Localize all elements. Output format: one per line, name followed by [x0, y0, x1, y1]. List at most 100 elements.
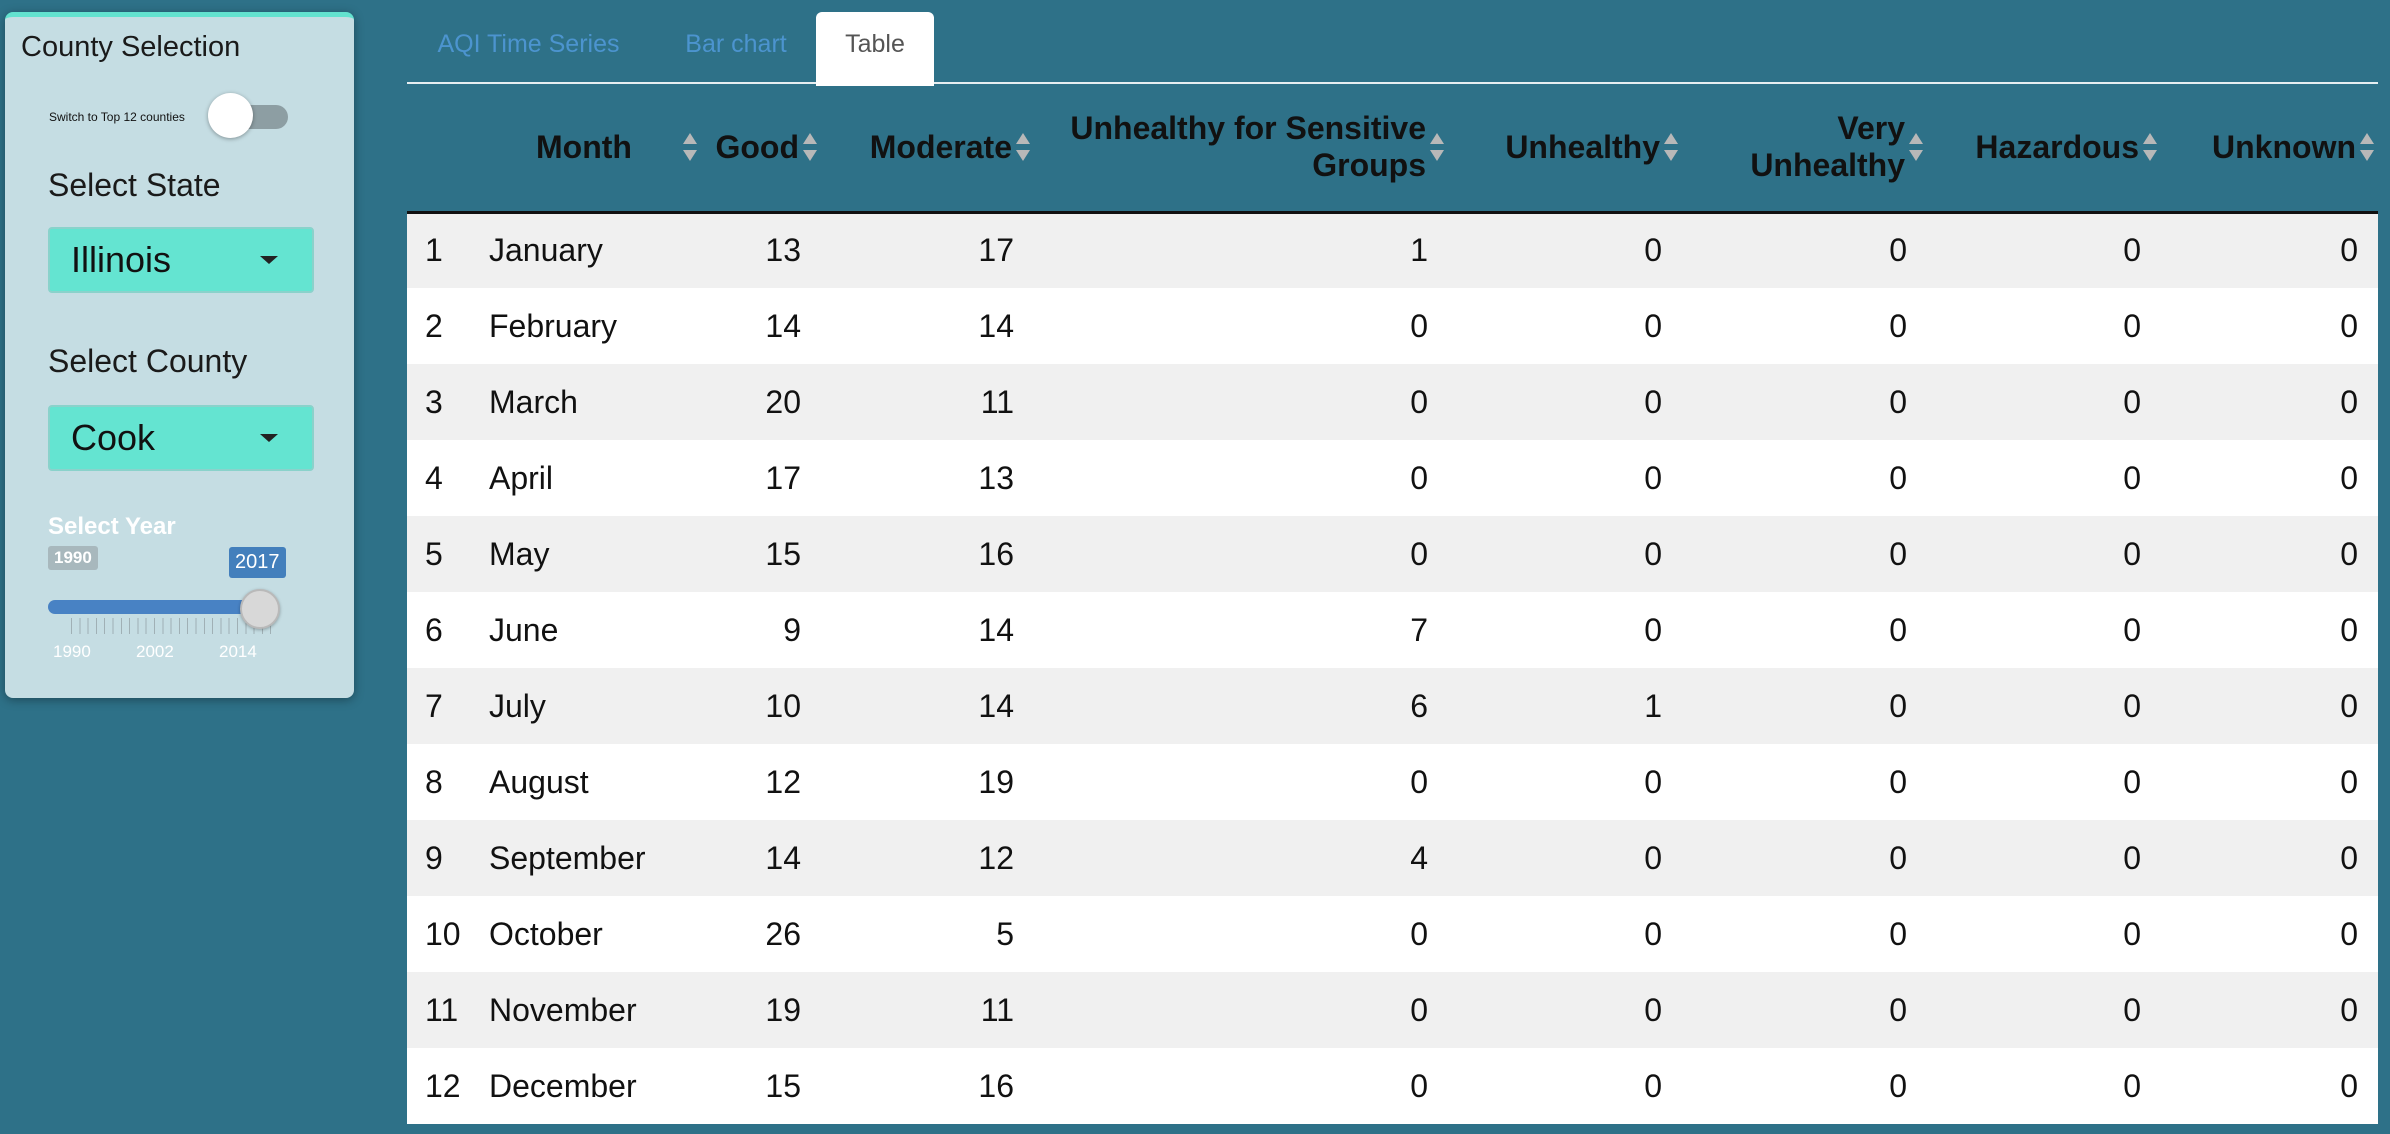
year-slider-ticks [71, 618, 271, 634]
toggle-knob[interactable] [208, 93, 253, 138]
cell-moderate: 19 [821, 744, 1034, 820]
cell-month: December [489, 1048, 701, 1124]
cell-hazardous: 0 [1927, 516, 2161, 592]
cell-very-unhealthy: 0 [1682, 1048, 1927, 1124]
table-row: 7 July 10 14 6 1 0 0 0 [407, 668, 2378, 744]
cell-i: 9 [407, 820, 489, 896]
cell-unhealthy: 0 [1448, 212, 1682, 288]
year-slider-fill [48, 600, 258, 614]
tab-bar-chart[interactable]: Bar chart [650, 12, 822, 84]
sort-arrows-icon [1430, 132, 1444, 162]
table-row: 10 October 26 5 0 0 0 0 0 [407, 896, 2378, 972]
col-header-month[interactable]: Month [489, 84, 701, 214]
cell-hazardous: 0 [1927, 1048, 2161, 1124]
cell-usg: 0 [1034, 288, 1448, 364]
cell-moderate: 5 [821, 896, 1034, 972]
cell-unhealthy: 0 [1448, 592, 1682, 668]
cell-usg: 6 [1034, 668, 1448, 744]
cell-month: June [489, 592, 701, 668]
cell-moderate: 17 [821, 212, 1034, 288]
cell-unhealthy: 0 [1448, 440, 1682, 516]
cell-very-unhealthy: 0 [1682, 440, 1927, 516]
cell-moderate: 16 [821, 516, 1034, 592]
tick-label: 2014 [219, 642, 257, 661]
cell-usg: 1 [1034, 212, 1448, 288]
tab-aqi-time-series[interactable]: AQI Time Series [407, 12, 650, 84]
cell-unhealthy: 0 [1448, 896, 1682, 972]
cell-usg: 0 [1034, 440, 1448, 516]
cell-unknown: 0 [2161, 668, 2378, 744]
cell-month: August [489, 744, 701, 820]
top-12-counties-toggle[interactable] [208, 93, 288, 138]
cell-very-unhealthy: 0 [1682, 592, 1927, 668]
cell-moderate: 11 [821, 364, 1034, 440]
cell-usg: 0 [1034, 896, 1448, 972]
col-header-moderate[interactable]: Moderate [821, 84, 1034, 214]
col-header-usg[interactable]: Unhealthy for Sensitive Groups [1034, 84, 1448, 214]
col-header-good[interactable]: Good [701, 84, 821, 214]
cell-very-unhealthy: 0 [1682, 820, 1927, 896]
cell-good: 14 [701, 820, 821, 896]
cell-usg: 0 [1034, 516, 1448, 592]
cell-usg: 0 [1034, 364, 1448, 440]
cell-very-unhealthy: 0 [1682, 288, 1927, 364]
cell-unknown: 0 [2161, 592, 2378, 668]
tick-label: 2002 [136, 642, 174, 661]
cell-good: 26 [701, 896, 821, 972]
cell-good: 13 [701, 212, 821, 288]
cell-usg: 0 [1034, 1048, 1448, 1124]
col-header-unknown[interactable]: Unknown [2161, 84, 2378, 214]
cell-unknown: 0 [2161, 820, 2378, 896]
cell-very-unhealthy: 0 [1682, 972, 1927, 1048]
cell-unknown: 0 [2161, 364, 2378, 440]
cell-hazardous: 0 [1927, 364, 2161, 440]
cell-unhealthy: 0 [1448, 516, 1682, 592]
county-selection-panel: County Selection Switch to Top 12 counti… [5, 12, 354, 698]
table-row: 3 March 20 11 0 0 0 0 0 [407, 364, 2378, 440]
sort-arrows-icon [2143, 132, 2157, 162]
cell-unknown: 0 [2161, 440, 2378, 516]
aqi-table-container: Month Good Moderate Unhealthy for Sensit… [407, 84, 2378, 1126]
cell-month: November [489, 972, 701, 1048]
col-header-hazardous[interactable]: Hazardous [1927, 84, 2161, 214]
year-value-badge: 2017 [229, 547, 286, 578]
cell-unknown: 0 [2161, 896, 2378, 972]
cell-unknown: 0 [2161, 288, 2378, 364]
sort-arrows-icon [2360, 132, 2374, 162]
cell-usg: 7 [1034, 592, 1448, 668]
cell-unhealthy: 0 [1448, 744, 1682, 820]
cell-usg: 0 [1034, 972, 1448, 1048]
cell-good: 19 [701, 972, 821, 1048]
cell-hazardous: 0 [1927, 592, 2161, 668]
cell-hazardous: 0 [1927, 288, 2161, 364]
cell-very-unhealthy: 0 [1682, 364, 1927, 440]
sort-arrows-icon [1664, 132, 1678, 162]
cell-month: October [489, 896, 701, 972]
col-header-very-unhealthy[interactable]: Very Unhealthy [1682, 84, 1927, 214]
table-row: 12 December 15 16 0 0 0 0 0 [407, 1048, 2378, 1124]
cell-good: 10 [701, 668, 821, 744]
cell-hazardous: 0 [1927, 820, 2161, 896]
year-label: Select Year [48, 513, 176, 540]
cell-good: 9 [701, 592, 821, 668]
cell-moderate: 12 [821, 820, 1034, 896]
table-row: 5 May 15 16 0 0 0 0 0 [407, 516, 2378, 592]
cell-good: 15 [701, 1048, 821, 1124]
cell-good: 12 [701, 744, 821, 820]
cell-unhealthy: 1 [1448, 668, 1682, 744]
cell-moderate: 13 [821, 440, 1034, 516]
cell-moderate: 14 [821, 592, 1034, 668]
county-select-value: Cook [71, 417, 156, 458]
tab-table[interactable]: Table [816, 12, 934, 86]
cell-i: 7 [407, 668, 489, 744]
state-select[interactable]: Illinois [48, 227, 314, 293]
cell-i: 8 [407, 744, 489, 820]
year-slider-handle[interactable] [240, 589, 280, 629]
col-header-unhealthy[interactable]: Unhealthy [1448, 84, 1682, 214]
cell-i: 1 [407, 212, 489, 288]
cell-unknown: 0 [2161, 972, 2378, 1048]
cell-very-unhealthy: 0 [1682, 896, 1927, 972]
caret-down-icon [260, 434, 278, 442]
county-select[interactable]: Cook [48, 405, 314, 471]
sort-arrows-icon [683, 132, 697, 162]
